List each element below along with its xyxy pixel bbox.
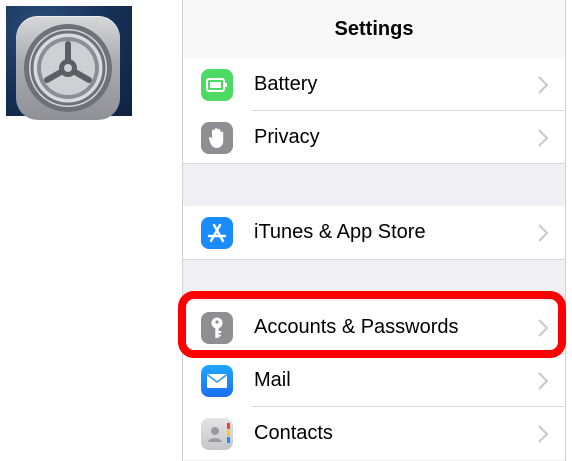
mail-icon (201, 365, 233, 397)
chevron-right-icon (538, 372, 549, 390)
settings-row-battery[interactable]: Battery (183, 58, 565, 111)
chevron-right-icon (538, 76, 549, 94)
settings-row-accounts-passwords[interactable]: Accounts & Passwords (183, 301, 565, 354)
settings-row-itunes-app-store[interactable]: iTunes & App Store (183, 206, 565, 259)
row-label: iTunes & App Store (254, 221, 426, 243)
chevron-right-icon (538, 319, 549, 337)
page-title: Settings (334, 17, 414, 40)
privacy-hand-icon (201, 122, 233, 154)
settings-gear-icon[interactable] (16, 16, 120, 120)
row-label: Accounts & Passwords (254, 316, 459, 338)
chevron-right-icon (538, 129, 549, 147)
settings-row-privacy[interactable]: Privacy (183, 111, 565, 164)
section-gap (183, 259, 565, 302)
section-gap (183, 163, 565, 207)
app-store-icon (201, 217, 233, 249)
app-icon-background (6, 6, 132, 120)
navigation-bar: Settings (183, 0, 565, 59)
chevron-right-icon (538, 224, 549, 242)
row-label: Contacts (254, 422, 333, 444)
row-label: Battery (254, 73, 318, 95)
settings-row-mail[interactable]: Mail (183, 354, 565, 407)
key-icon (201, 312, 233, 344)
row-label: Privacy (254, 126, 320, 148)
settings-row-contacts[interactable]: Contacts (183, 407, 565, 460)
row-label: Mail (254, 369, 291, 391)
contacts-icon (201, 418, 233, 450)
battery-icon (201, 69, 233, 101)
chevron-right-icon (538, 425, 549, 443)
settings-screen: Settings Battery Privacy iTunes & App St… (182, 0, 566, 461)
